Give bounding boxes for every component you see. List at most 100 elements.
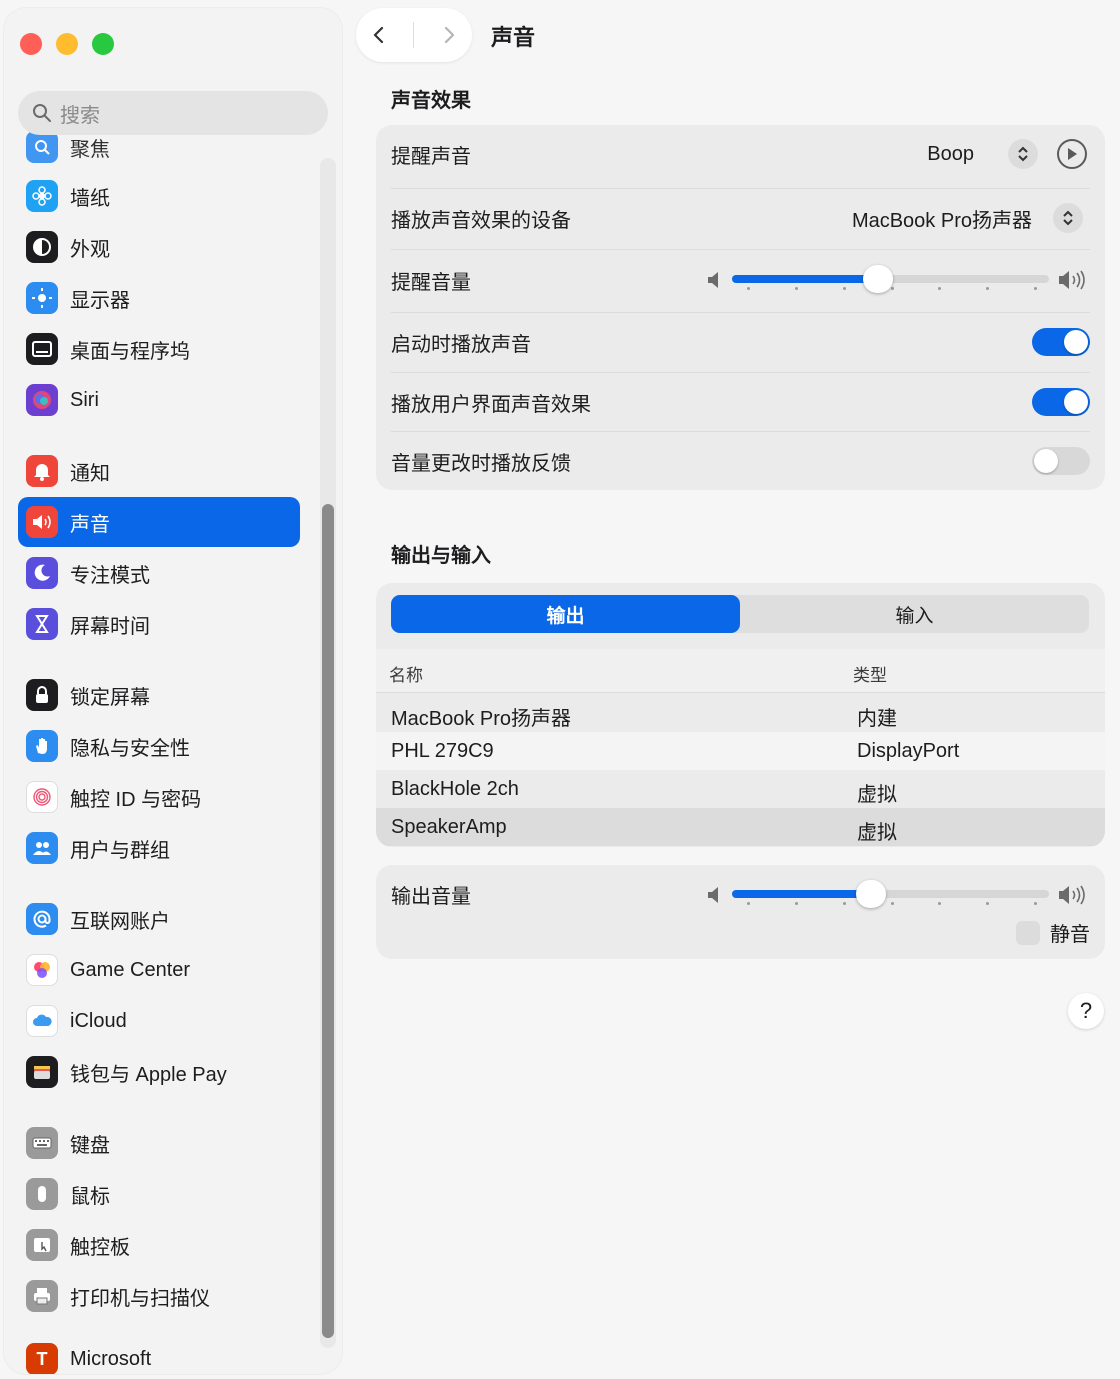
alert-sound-value[interactable]: Boop xyxy=(927,143,974,166)
sidebar-item-label: 外观 xyxy=(70,238,110,261)
sidebar-item-label: 声音 xyxy=(70,513,110,536)
sidebar-item-label: 互联网账户 xyxy=(70,910,170,933)
sidebar: 搜索 聚焦 墙纸 外观 显示器 桌面与程序坞 Siri 通知 声音 专注模式 屏幕时间 锁定屏幕隐… xyxy=(4,8,342,1374)
up-down-chevron-icon xyxy=(1063,210,1073,226)
search-input[interactable]: 搜索 xyxy=(18,91,328,135)
up-down-chevron-icon xyxy=(1018,146,1028,162)
alert-volume-label: 提醒音量 xyxy=(391,271,471,294)
zoom-window-button[interactable] xyxy=(92,33,114,55)
sidebar-item-label: 用户与群组 xyxy=(70,839,170,862)
sidebar-item-printer[interactable]: 打印机与扫描仪 xyxy=(18,1271,300,1321)
sidebar-item-label: Siri xyxy=(70,388,99,411)
toggle-knob xyxy=(1064,330,1088,354)
mouse-icon xyxy=(26,1178,58,1210)
alert-sound-row: 提醒声音 Boop xyxy=(391,139,1090,169)
startup-sound-toggle[interactable] xyxy=(1032,328,1090,356)
sidebar-item-microsoft[interactable]: T Microsoft xyxy=(18,1334,300,1374)
trackpad-icon xyxy=(26,1229,58,1261)
sidebar-item-trackpad[interactable]: 触控板 xyxy=(18,1220,300,1270)
column-type-header[interactable]: 类型 xyxy=(853,661,887,686)
forward-chevron-icon[interactable] xyxy=(438,24,460,46)
dock-icon xyxy=(26,333,58,365)
alert-sound-stepper[interactable] xyxy=(1008,139,1038,169)
effects-device-value[interactable]: MacBook Pro扬声器 xyxy=(852,204,1032,233)
tab-input[interactable]: 输入 xyxy=(740,595,1089,633)
sidebar-item-label: 隐私与安全性 xyxy=(70,737,190,760)
sidebar-item-siri[interactable]: Siri xyxy=(18,375,300,425)
sound-effects-card: 提醒声音 Boop 播放声音效果的设备 MacBook Pro扬声器 提醒音量 xyxy=(376,125,1105,490)
play-alert-button[interactable] xyxy=(1057,139,1087,169)
sidebar-item-moon[interactable]: 专注模式 xyxy=(18,548,300,598)
back-chevron-icon[interactable] xyxy=(368,24,390,46)
sound-effects-title: 声音效果 xyxy=(391,90,471,112)
search-placeholder: 搜索 xyxy=(60,104,100,127)
sidebar-item-hand[interactable]: 隐私与安全性 xyxy=(18,721,300,771)
sidebar-item-bell[interactable]: 通知 xyxy=(18,446,300,496)
close-window-button[interactable] xyxy=(20,33,42,55)
sidebar-item-label: Game Center xyxy=(70,958,191,981)
sidebar-scrollbar-thumb[interactable] xyxy=(322,504,334,1338)
sidebar-item-dock[interactable]: 桌面与程序坞 xyxy=(18,324,300,374)
volume-feedback-toggle[interactable] xyxy=(1032,447,1090,475)
sidebar-item-fingerprint[interactable]: 触控 ID 与密码 xyxy=(18,772,300,822)
wallpaper-icon xyxy=(26,180,58,212)
sidebar-item-wallet[interactable]: 钱包与 Apple Pay xyxy=(18,1047,300,1097)
sidebar-item-speaker[interactable]: 声音 xyxy=(18,497,300,547)
settings-window: 搜索 聚焦 墙纸 外观 显示器 桌面与程序坞 Siri 通知 声音 专注模式 屏幕时间 锁定屏幕隐… xyxy=(0,0,1120,1379)
volume-feedback-row: 音量更改时播放反馈 xyxy=(391,446,1090,476)
tab-output[interactable]: 输出 xyxy=(391,595,740,633)
sidebar-item-mouse[interactable]: 鼠标 xyxy=(18,1169,300,1219)
output-input-title: 输出与输入 xyxy=(391,545,491,567)
output-volume-slider[interactable] xyxy=(732,880,1049,910)
alert-volume-slider[interactable] xyxy=(732,265,1049,295)
table-row[interactable]: MacBook Pro扬声器 内建 xyxy=(376,694,1105,732)
bell-icon xyxy=(26,455,58,487)
at-icon xyxy=(26,903,58,935)
hourglass-icon xyxy=(26,608,58,640)
mute-label: 静音 xyxy=(1050,924,1090,946)
sidebar-item-wallpaper[interactable]: 墙纸 xyxy=(18,171,300,221)
spotlight-icon xyxy=(26,131,58,163)
slider-tick xyxy=(938,287,942,290)
effects-device-stepper[interactable] xyxy=(1053,203,1083,233)
sidebar-item-at[interactable]: 互联网账户 xyxy=(18,894,300,944)
table-row[interactable]: SpeakerAmp 虚拟 xyxy=(376,808,1105,846)
slider-thumb[interactable] xyxy=(856,880,887,908)
device-type-cell: DisplayPort xyxy=(857,740,960,762)
sidebar-item-label: 屏幕时间 xyxy=(70,615,150,638)
moon-icon xyxy=(26,557,58,589)
ui-sounds-toggle[interactable] xyxy=(1032,388,1090,416)
minimize-window-button[interactable] xyxy=(56,33,78,55)
sidebar-item-label: 触控 ID 与密码 xyxy=(70,788,202,811)
slider-tick xyxy=(890,902,894,905)
sidebar-item-users[interactable]: 用户与群组 xyxy=(18,823,300,873)
slider-thumb[interactable] xyxy=(862,265,893,293)
sidebar-item-appearance[interactable]: 外观 xyxy=(18,222,300,272)
help-button[interactable]: ? xyxy=(1068,993,1104,1029)
column-name-header[interactable]: 名称 xyxy=(389,661,423,686)
play-icon xyxy=(1068,148,1077,160)
volume-feedback-label: 音量更改时播放反馈 xyxy=(391,452,571,475)
sidebar-item-label: 墙纸 xyxy=(70,187,110,210)
sidebar-item-cloud[interactable]: iCloud xyxy=(18,996,300,1046)
lock-icon xyxy=(26,679,58,711)
sidebar-item-game-center[interactable]: Game Center xyxy=(18,945,300,995)
sidebar-item-display[interactable]: 显示器 xyxy=(18,273,300,323)
fingerprint-icon xyxy=(26,781,58,813)
slider-tick xyxy=(938,902,942,905)
mute-checkbox[interactable] xyxy=(1016,920,1040,945)
game-center-icon xyxy=(26,954,58,986)
divider xyxy=(391,249,1090,250)
siri-icon xyxy=(26,384,58,416)
mute-control: 静音 xyxy=(1016,918,1090,947)
sidebar-item-label: 锁定屏幕 xyxy=(70,686,150,709)
sidebar-item-hourglass[interactable]: 屏幕时间 xyxy=(18,599,300,649)
page-title: 声音 xyxy=(491,25,536,50)
slider-tick xyxy=(747,902,750,905)
sidebar-item-lock[interactable]: 锁定屏幕 xyxy=(18,670,300,720)
table-row[interactable]: BlackHole 2ch 虚拟 xyxy=(376,770,1105,808)
sidebar-item-label: 触控板 xyxy=(70,1236,130,1259)
slider-tick xyxy=(842,902,846,905)
sidebar-item-keyboard[interactable]: 键盘 xyxy=(18,1118,300,1168)
table-row[interactable]: PHL 279C9 DisplayPort xyxy=(376,732,1105,770)
